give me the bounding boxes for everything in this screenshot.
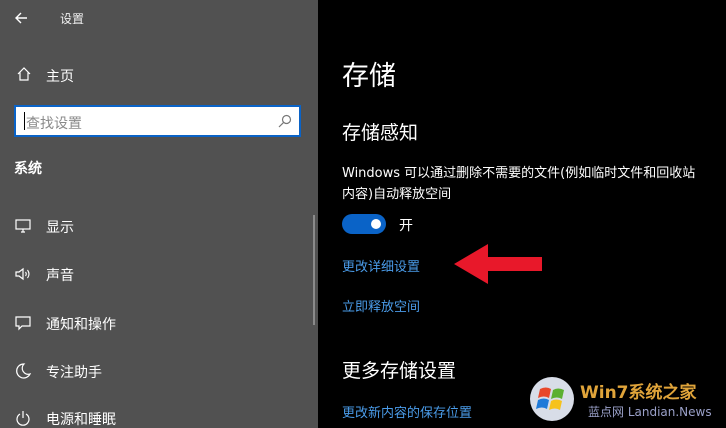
change-save-location-link[interactable]: 更改新内容的保存位置 [342,402,472,421]
sidebar-item-label: 声音 [46,268,74,284]
toggle-state-label: 开 [399,218,413,234]
sidebar: 设置 主页 查找设置 系统 显示 声音 通知和操作 专注助手 电源和睡眠 [0,0,318,428]
back-arrow-icon[interactable] [12,8,32,28]
search-placeholder: 查找设置 [26,116,82,132]
free-space-now-link[interactable]: 立即释放空间 [342,296,420,315]
notification-icon [15,316,31,331]
sidebar-item-label: 通知和操作 [46,317,116,333]
storage-sense-toggle[interactable] [342,214,386,234]
moon-icon [16,363,32,379]
power-icon [16,411,30,426]
windows-logo-icon [530,377,574,421]
sidebar-item-display[interactable]: 显示 [0,208,310,244]
section-title: 系统 [14,161,42,177]
watermark: Win7系统之家 蓝点网 Landian.News [528,375,726,428]
sidebar-item-label: 显示 [46,220,74,236]
sidebar-item-power-sleep[interactable]: 电源和睡眠 [0,400,310,428]
text-caret [24,112,25,130]
search-input[interactable]: 查找设置 [14,105,301,137]
sidebar-item-sound[interactable]: 声音 [0,256,310,292]
main-content: 存储 存储感知 Windows 可以通过删除不需要的文件(例如临时文件和回收站 … [318,0,726,428]
sidebar-item-label: 电源和睡眠 [46,412,116,428]
title-bar: 设置 [0,0,318,36]
sidebar-item-home[interactable]: 主页 [0,56,318,92]
description-line: Windows 可以通过删除不需要的文件(例如临时文件和回收站 [342,166,696,181]
page-title: 存储 [342,61,396,92]
storage-sense-description: Windows 可以通过删除不需要的文件(例如临时文件和回收站 内容)自动释放空… [342,163,726,205]
search-icon[interactable] [277,113,293,129]
red-arrow-icon [454,244,542,284]
toggle-knob [371,219,381,229]
sidebar-item-focus-assist[interactable]: 专注助手 [0,353,310,389]
home-icon [17,67,31,81]
sidebar-item-label: 专注助手 [46,365,102,381]
watermark-subtext: 蓝点网 Landian.News [588,405,712,419]
speaker-icon [15,267,30,281]
description-line: 内容)自动释放空间 [342,187,452,202]
storage-sense-title: 存储感知 [342,122,419,144]
watermark-site: Win7系统之家 [580,383,697,403]
sidebar-scrollbar[interactable] [313,215,315,325]
sidebar-item-label: 主页 [46,69,74,85]
sidebar-item-notifications[interactable]: 通知和操作 [0,305,310,341]
more-storage-settings-title: 更多存储设置 [342,360,457,382]
window-title: 设置 [60,12,85,26]
change-details-link[interactable]: 更改详细设置 [342,256,420,275]
monitor-icon [15,219,31,233]
